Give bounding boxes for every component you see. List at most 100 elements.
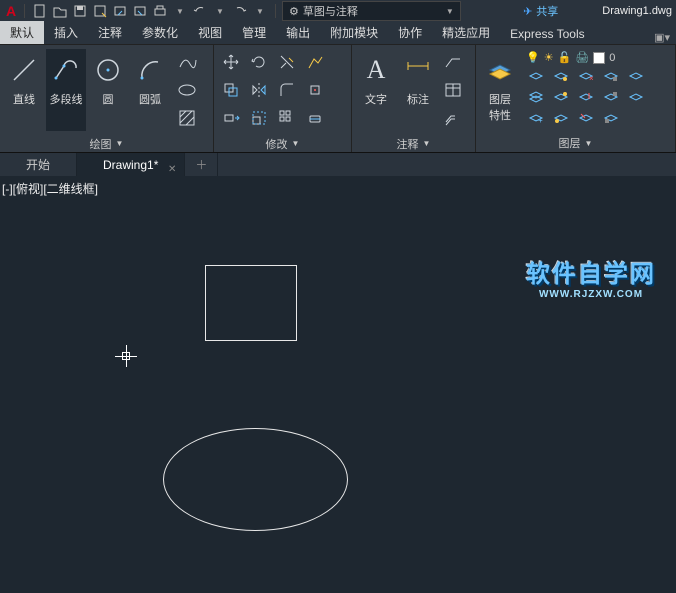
svg-text:×: × [589,74,594,83]
layer-current-selector[interactable]: 💡 ☀ 🔓 🖨 0 [526,51,646,64]
doc-tab-drawing1[interactable]: Drawing1*✕ [77,153,185,177]
text-button[interactable]: A 文字 [356,49,396,131]
quick-access-toolbar: ▼ ▼ ▼ [31,2,269,20]
share-icon: ✈ [523,5,532,18]
panel-layers: 图层 特性 💡 ☀ 🔓 🖨 0 × [476,45,676,152]
gear-icon: ⚙ [289,5,299,18]
edit-polyline-icon[interactable] [302,49,328,75]
stretch-icon[interactable] [218,105,244,131]
svg-text:+: + [538,116,543,125]
layer-tool-icon[interactable] [526,67,546,85]
layer-color-swatch [593,52,605,64]
tab-view[interactable]: 视图 [188,21,232,44]
undo-dropdown-icon[interactable]: ▼ [211,2,229,20]
spline-icon[interactable] [174,49,200,75]
panel-layers-title: 图层 [559,135,581,151]
workspace-label: 草图与注释 [303,3,358,19]
layer-tool-icon[interactable] [576,109,596,127]
redo-dropdown-icon[interactable]: ▼ [251,2,269,20]
workspace-selector[interactable]: ⚙ 草图与注释 ▼ [282,1,461,21]
layer-tool-icon[interactable] [551,88,571,106]
leader-icon[interactable] [440,49,466,75]
trim-icon[interactable] [274,49,300,75]
tab-default[interactable]: 默认 [0,21,44,44]
panel-modify-title: 修改 [266,136,288,152]
new-icon[interactable] [31,2,49,20]
layer-tool-icon[interactable] [626,88,646,106]
layer-tool-icon[interactable]: × [576,67,596,85]
save-icon[interactable] [71,2,89,20]
panel-modify: 修改▼ [214,45,352,152]
plot-icon: 🖨 [575,51,589,64]
tab-parametric[interactable]: 参数化 [132,21,188,44]
move-icon[interactable] [218,49,244,75]
open-icon[interactable] [51,2,69,20]
layer-tool-icon[interactable] [551,109,571,127]
mirror-icon[interactable] [246,77,272,103]
explode-icon[interactable] [302,77,328,103]
ellipse-object[interactable] [163,428,348,531]
tab-collab[interactable]: 协作 [388,21,432,44]
polyline-button[interactable]: 多段线 [46,49,86,131]
doc-tab-start[interactable]: 开始 [0,153,77,177]
ellipse-icon[interactable] [174,77,200,103]
ribbon: 直线 多段线 圆 圆弧 绘图▼ [0,44,676,152]
copy-icon[interactable] [218,77,244,103]
panel-annotate: A 文字 标注 注释▼ [352,45,476,152]
bulb-icon: 💡 [526,51,540,64]
panel-draw: 直线 多段线 圆 圆弧 绘图▼ [0,45,214,152]
viewport-label[interactable]: [-][俯视][二维线框] [2,180,98,197]
array-icon[interactable] [274,105,300,131]
tab-manage[interactable]: 管理 [232,21,276,44]
layer-tool-icon[interactable] [576,88,596,106]
fillet-icon[interactable] [274,77,300,103]
panel-draw-title: 绘图 [90,136,112,152]
layer-tool-icon[interactable] [601,88,621,106]
tab-express[interactable]: Express Tools [500,24,594,44]
redo-icon[interactable] [231,2,249,20]
saveas-icon[interactable] [91,2,109,20]
ribbon-tab-strip: 默认 插入 注释 参数化 视图 管理 输出 附加模块 协作 精选应用 Expre… [0,22,676,44]
scale-icon[interactable] [246,105,272,131]
watermark: 软件自学网 WWW.RJZXW.COM [526,254,656,300]
chevron-down-icon: ▼ [446,7,454,16]
layer-tool-icon[interactable] [626,67,646,85]
layer-tool-icon[interactable] [601,109,621,127]
layer-tool-icon[interactable] [526,88,546,106]
tab-insert[interactable]: 插入 [44,21,88,44]
tab-annotate[interactable]: 注释 [88,21,132,44]
title-bar: A ▼ ▼ ▼ ⚙ 草图与注释 ▼ ✈ 共享 Drawing1.dwg [0,0,676,22]
arc-button[interactable]: 圆弧 [130,49,170,131]
sun-icon: ☀ [544,51,554,64]
rotate-icon[interactable] [246,49,272,75]
print-icon[interactable] [151,2,169,20]
layer-tool-icon[interactable] [551,67,571,85]
layer-current-name: 0 [609,52,615,64]
layer-properties-button[interactable]: 图层 特性 [480,49,520,130]
layer-tool-icon[interactable] [601,67,621,85]
tab-output[interactable]: 输出 [276,21,320,44]
undo-icon[interactable] [191,2,209,20]
erase-icon[interactable] [302,105,328,131]
web-save-icon[interactable] [131,2,149,20]
layer-tool-icon[interactable]: + [526,109,546,127]
table-icon[interactable] [440,77,466,103]
print-dropdown-icon[interactable]: ▼ [171,2,189,20]
line-button[interactable]: 直线 [4,49,44,131]
document-title: Drawing1.dwg [602,5,672,17]
tab-addins[interactable]: 附加模块 [320,21,388,44]
mleader-icon[interactable] [440,105,466,131]
doc-tab-add[interactable]: ＋ [185,153,218,177]
dimension-button[interactable]: 标注 [398,49,438,131]
lock-open-icon: 🔓 [558,51,572,64]
drawing-canvas[interactable]: [-][俯视][二维线框] 软件自学网 WWW.RJZXW.COM [0,176,676,593]
hatch-icon[interactable] [174,105,200,131]
ribbon-focus-icon[interactable]: ▣▾ [654,31,670,44]
web-open-icon[interactable] [111,2,129,20]
tab-featured[interactable]: 精选应用 [432,21,500,44]
circle-button[interactable]: 圆 [88,49,128,131]
panel-annotate-title: 注释 [397,136,419,152]
rectangle-object[interactable] [205,265,297,341]
share-button[interactable]: ✈ 共享 [523,3,558,19]
app-logo-icon: A [4,3,18,19]
